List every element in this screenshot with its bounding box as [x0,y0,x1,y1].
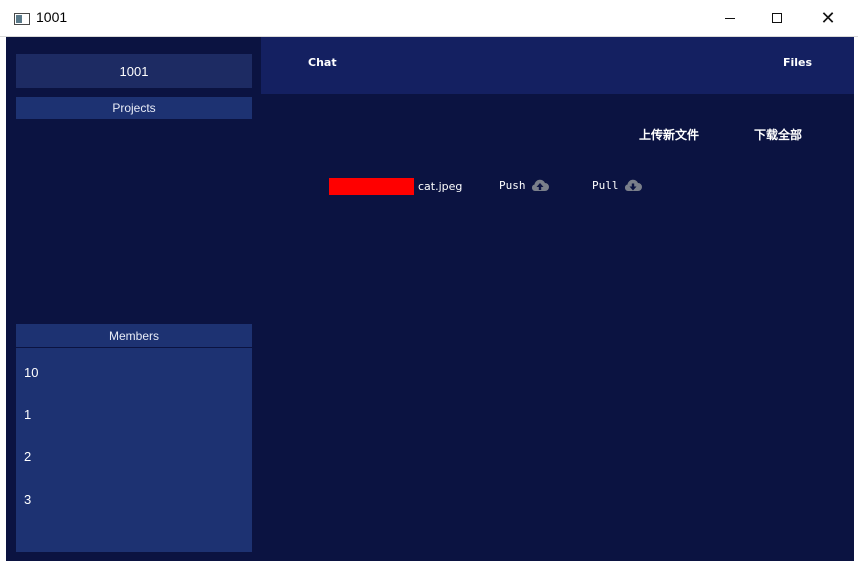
member-item[interactable]: 2 [24,449,31,464]
title-bar: 1001 ✕ [0,0,858,37]
app-window: 1001 Projects Members 10 1 2 3 Chat File… [6,37,854,561]
download-all-button[interactable]: 下载全部 [754,126,802,143]
cloud-upload-icon[interactable] [530,178,550,192]
close-button[interactable]: ✕ [805,0,851,36]
push-button[interactable]: Push [499,179,526,192]
members-list: 10 1 2 3 [16,348,252,552]
member-item[interactable]: 1 [24,407,31,422]
maximize-button[interactable] [754,0,800,36]
projects-header[interactable]: Projects [16,97,252,119]
member-item[interactable]: 10 [24,365,38,380]
app-icon [14,13,30,25]
members-header[interactable]: Members [16,324,252,347]
room-name[interactable]: 1001 [16,54,252,88]
top-nav: Chat Files [261,37,854,94]
member-item[interactable]: 3 [24,492,31,507]
upload-new-file-button[interactable]: 上传新文件 [639,126,699,143]
cloud-download-icon[interactable] [623,178,643,192]
tab-files[interactable]: Files [783,56,812,69]
close-icon: ✕ [820,7,836,29]
file-progress-bar [329,178,414,195]
window-title: 1001 [36,9,68,25]
minimize-icon [725,17,735,19]
file-name: cat.jpeg [418,180,463,193]
maximize-icon [772,13,782,23]
pull-button[interactable]: Pull [592,179,619,192]
tab-chat[interactable]: Chat [308,56,337,69]
minimize-button[interactable] [707,0,753,36]
